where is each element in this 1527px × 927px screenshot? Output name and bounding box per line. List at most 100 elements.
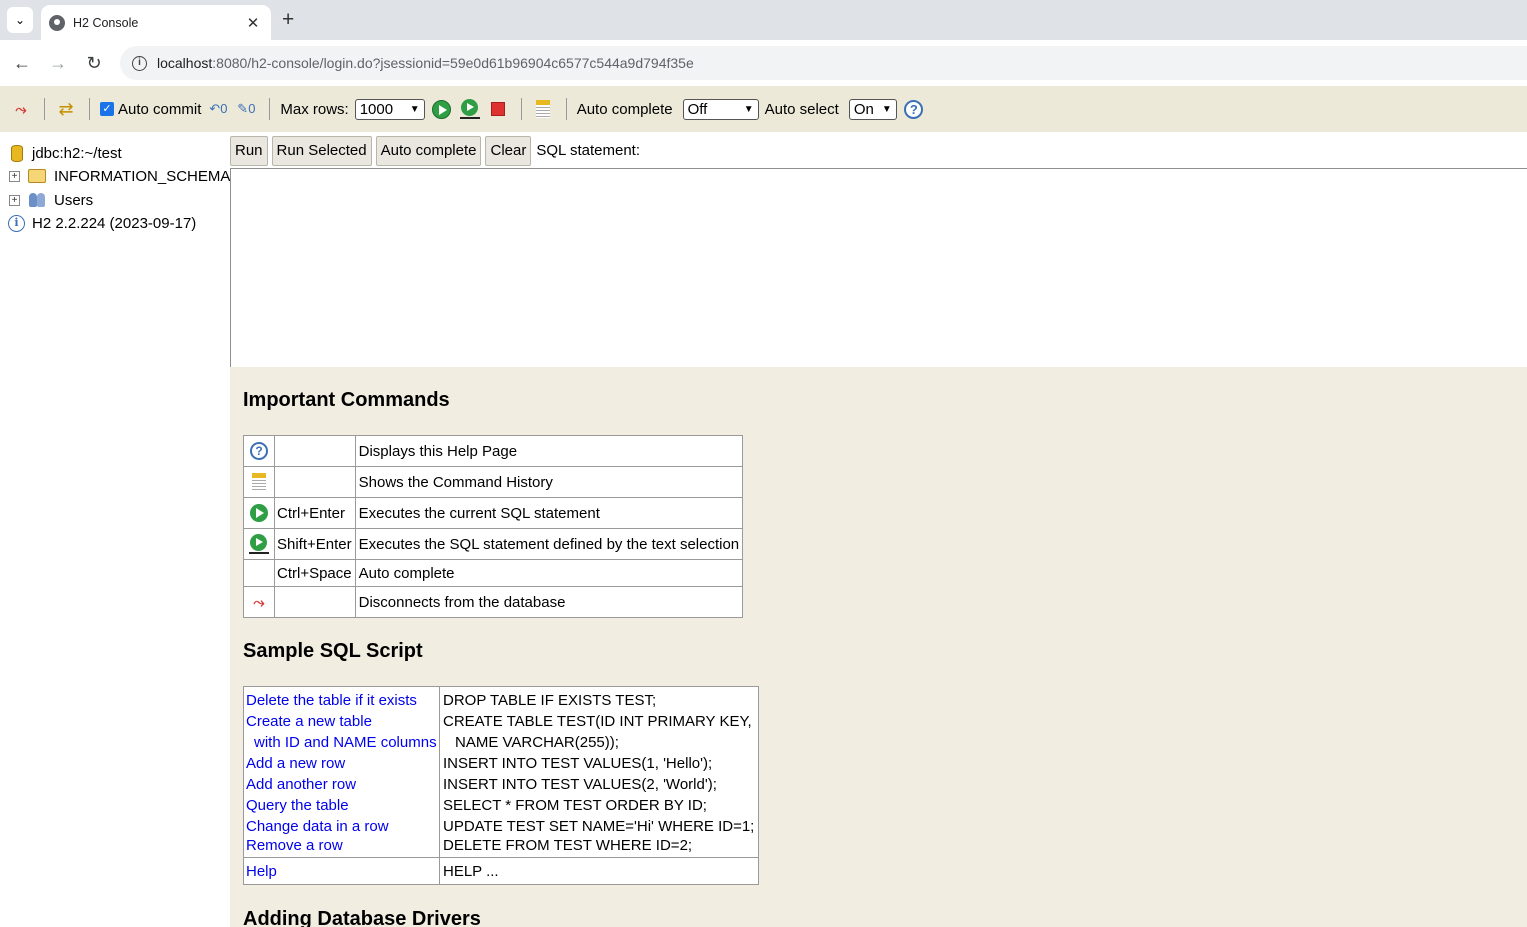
run-selected-icon[interactable] [459,98,481,120]
database-tree: jdbc:h2:~/test + INFORMATION_SCHEMA + Us… [0,132,230,927]
script-sql: CREATE TABLE TEST(ID INT PRIMARY KEY, [439,710,759,732]
run-icon[interactable] [431,98,453,120]
rollback-icon[interactable]: ↶0 [207,98,229,120]
disconnect-icon[interactable]: ⤳ [10,98,32,120]
script-link[interactable]: Add a new row [243,752,440,774]
table-row: Create a new table CREATE TABLE TEST(ID … [243,710,759,732]
table-row: Help HELP ... [243,857,759,885]
script-link-cell: with ID and NAME columns [243,731,440,753]
max-rows-select[interactable]: 1000 ▼ [354,98,425,120]
help-icon[interactable]: ? [903,98,925,120]
run-selected-icon [243,528,275,560]
browser-tab[interactable]: H2 Console ✕ [41,5,271,40]
important-commands-heading: Important Commands [243,389,450,411]
auto-complete-label: Auto complete [576,100,673,118]
shortcut-cell [274,586,356,618]
toolbar-separator [44,98,45,120]
table-row: Change data in a row UPDATE TEST SET NAM… [243,815,759,837]
globe-icon [49,14,65,31]
back-icon[interactable]: ← [9,50,35,76]
tree-connection[interactable]: jdbc:h2:~/test [0,142,122,164]
tab-search-button[interactable]: ⌄ [7,7,33,33]
script-sql: NAME VARCHAR(255)); [455,733,619,751]
help-link[interactable]: Help [243,857,440,885]
clear-button[interactable]: Clear [485,135,532,166]
table-row: Remove a row DELETE FROM TEST WHERE ID=2… [243,836,759,858]
url-host: localhost [157,55,213,71]
script-link[interactable]: Remove a row [243,836,440,858]
refresh-icon[interactable]: ⇄ [55,98,77,120]
auto-complete-select[interactable]: Off ▼ [682,98,759,120]
script-sql: INSERT INTO TEST VALUES(1, 'Hello'); [439,752,759,774]
shortcut-cell [274,435,356,467]
close-icon[interactable]: ✕ [243,14,263,32]
users-icon [28,192,46,208]
chevron-down-icon: ▼ [743,103,754,115]
tab-title: H2 Console [73,15,139,30]
script-link[interactable]: with ID and NAME columns [246,734,437,751]
script-sql: DELETE FROM TEST WHERE ID=2; [439,836,759,858]
run-icon [243,497,275,529]
history-icon[interactable] [532,98,554,120]
help-panel: Important Commands ? Displays this Help … [230,367,1527,927]
sample-sql-table: Delete the table if it exists DROP TABLE… [243,686,759,885]
auto-commit-checkbox[interactable]: ✓ [100,102,114,116]
sample-sql-heading: Sample SQL Script [243,640,423,662]
description-cell: Executes the SQL statement defined by th… [354,528,744,560]
description-cell: Disconnects from the database [354,586,744,618]
script-link[interactable]: Delete the table if it exists [243,686,440,711]
stop-icon[interactable] [487,98,509,120]
table-row: Shows the Command History [243,466,744,498]
script-link[interactable]: Query the table [243,794,440,816]
toolbar-separator [565,98,567,120]
run-button[interactable]: Run [230,135,268,166]
table-row: ⤳ Disconnects from the database [243,586,744,618]
history-icon [243,466,275,498]
chevron-down-icon: ▼ [881,103,892,115]
help-sql: HELP ... [439,857,759,885]
shortcut-cell [274,466,356,498]
script-link[interactable]: Add another row [243,773,440,795]
shortcut-cell: Ctrl+Space [274,559,356,587]
tree-item-label: INFORMATION_SCHEMA [54,167,230,185]
script-link[interactable]: Change data in a row [243,815,440,837]
browser-tab-strip: ⌄ H2 Console ✕ + [0,0,1527,40]
script-sql: UPDATE TEST SET NAME='Hi' WHERE ID=1; [439,815,759,837]
disconnect-icon: ⤳ [243,586,275,618]
table-row: ? Displays this Help Page [243,435,744,467]
script-sql-cell: NAME VARCHAR(255)); [439,731,759,753]
tree-item-information-schema[interactable]: + INFORMATION_SCHEMA [0,165,230,187]
table-row: Query the table SELECT * FROM TEST ORDER… [243,794,759,816]
max-rows-value: 1000 [359,100,394,118]
tree-item-label: Users [54,191,94,209]
table-row: Add a new row INSERT INTO TEST VALUES(1,… [243,752,759,774]
commit-icon[interactable]: ✎0 [235,98,257,120]
description-cell: Auto complete [354,559,744,587]
tree-item-users[interactable]: + Users [0,189,93,211]
url-field[interactable]: i localhost:8080/h2-console/login.do?jse… [120,46,1527,80]
expand-icon[interactable]: + [9,170,20,182]
expand-icon[interactable]: + [9,194,20,206]
sql-input[interactable] [230,168,1527,367]
folder-icon [28,169,46,183]
tree-version: i H2 2.2.224 (2023-09-17) [0,212,196,234]
site-info-icon[interactable]: i [132,55,147,71]
auto-select-select[interactable]: On ▼ [848,98,897,120]
new-tab-button[interactable]: + [282,8,294,32]
auto-complete-value: Off [687,100,708,118]
script-link[interactable]: Create a new table [243,710,440,732]
auto-commit-label: Auto commit [118,100,202,118]
auto-complete-button[interactable]: Auto complete [375,135,482,166]
table-row: Add another row INSERT INTO TEST VALUES(… [243,773,759,795]
run-selected-button[interactable]: Run Selected [271,135,372,166]
reload-icon[interactable]: ↻ [81,50,107,76]
connection-label: jdbc:h2:~/test [32,144,122,162]
h2-toolbar: ⤳ ⇄ ✓ Auto commit ↶0 ✎0 Max rows: 1000 ▼ … [0,86,1527,132]
auto-select-label: Auto select [764,100,839,118]
shortcut-cell: Ctrl+Enter [274,497,356,529]
chevron-down-icon: ▼ [409,103,420,115]
commands-table: ? Displays this Help Page Shows the Comm… [243,435,744,618]
auto-select-value: On [853,100,874,118]
forward-icon[interactable]: → [45,50,71,76]
script-sql: INSERT INTO TEST VALUES(2, 'World'); [439,773,759,795]
